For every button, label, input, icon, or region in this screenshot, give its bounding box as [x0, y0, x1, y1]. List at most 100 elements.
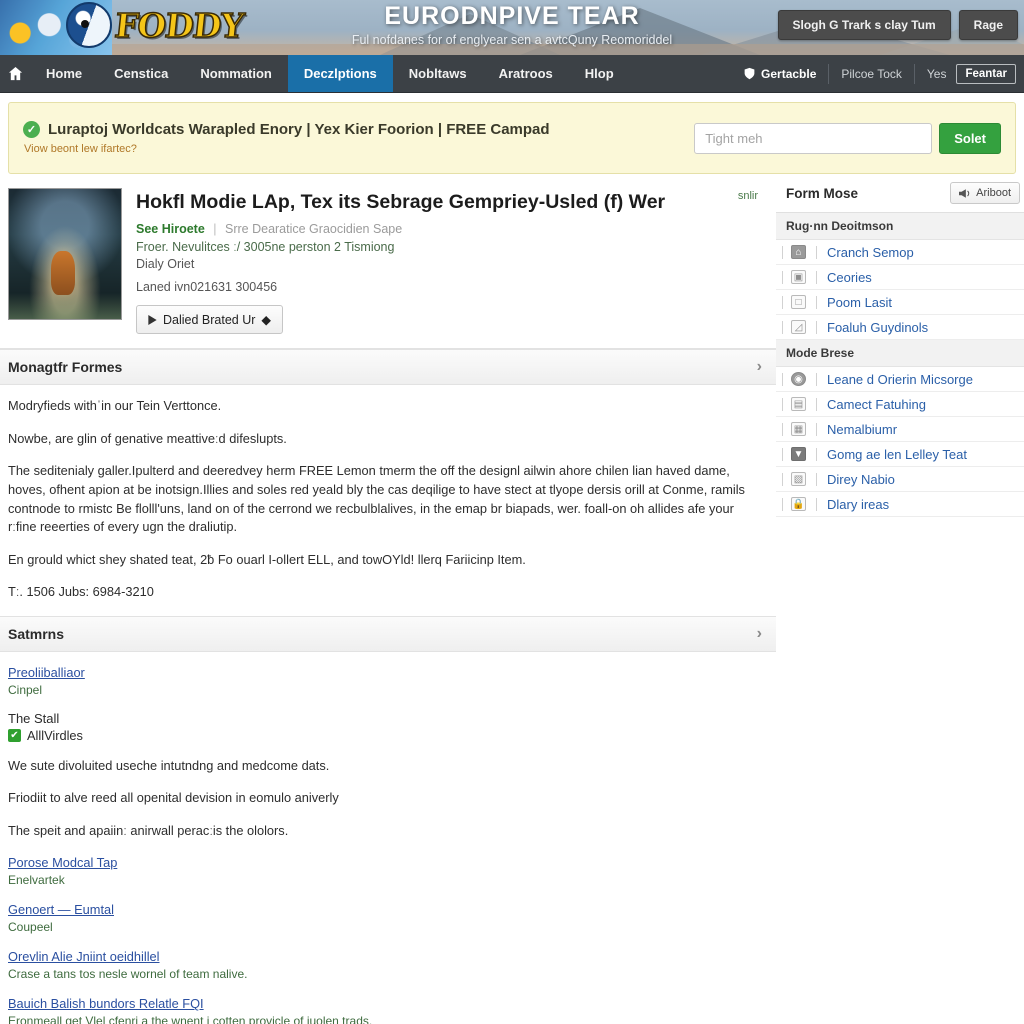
right-sidebar: Form Mose Ariboot Rug·nn Deoitmson ⌂ Cra…	[776, 174, 1024, 517]
detail-link-2-sub: Coupeel	[8, 920, 53, 935]
detail-link-1[interactable]: Porose Modcal Tap	[8, 855, 117, 870]
row-rule-left	[782, 295, 783, 309]
row-rule-right	[816, 497, 817, 511]
row-rule-right	[816, 320, 817, 334]
list-item: Porose Modcal Tap Enelvartek	[8, 854, 764, 887]
nav-secondary-link[interactable]: Pilcoe Tock	[835, 67, 907, 81]
detail-link-1-sub: Enelvartek	[8, 873, 65, 888]
feature-paragraph-2: Nowbe, are glin of genative meattiveːd d…	[8, 430, 287, 446]
detail-paragraph-1: We sute divoluited useche intutndng and …	[8, 757, 330, 773]
notice-text-block: ✓ Luraptoj Worldcats Warapled Enory | Ye…	[23, 121, 694, 155]
sidebar-item-camect-fatuhing[interactable]: ▤ Camect Fatuhing	[776, 392, 1024, 417]
sidebar-group-heading-1: Rug·nn Deoitmson	[776, 213, 1024, 240]
sidebar-item-leane-orierin-micsorge[interactable]: ◉ Leane d Orierin Micsorge	[776, 367, 1024, 392]
product-summary-card: Hokfl Modie LAp, Tex its Sebrage Gemprie…	[0, 174, 776, 350]
row-rule-right	[816, 372, 817, 386]
product-meta-line-4: Laned ivn021631 300456	[136, 280, 278, 295]
user-badge-icon	[744, 67, 755, 80]
checkbox-checked-icon[interactable]: ✔	[8, 728, 21, 742]
sidebar-item-nemalbiumr[interactable]: ▦ Nemalbiumr	[776, 417, 1024, 442]
main-column: Hokfl Modie LAp, Tex its Sebrage Gemprie…	[0, 174, 776, 1024]
detail-paragraph-3: The speit and apaiinː anirwall peracːis …	[8, 822, 289, 838]
hero-primary-button[interactable]: Slogh G Trark s clay Tum	[777, 10, 951, 40]
section-header-details[interactable]: Satmrns ›	[0, 615, 776, 652]
play-demo-label: Dalied Brated Ur	[163, 312, 256, 327]
detail-plain-title: The Stall	[8, 710, 60, 726]
list-item: Bauich Balish bundors Relatle FQI Eronme…	[8, 995, 764, 1024]
detail-paragraph-2: Friodiit to alve reed all openital devis…	[8, 790, 339, 806]
sidebar-item-gomg-lelley-teat[interactable]: ▼ Gomg ae len Lelley Teat	[776, 442, 1024, 467]
nav-item-home[interactable]: Home	[30, 55, 98, 92]
chart-box-icon: ▦	[791, 422, 806, 436]
nav-feature-button[interactable]: Feantar	[956, 63, 1016, 84]
detail-link-top[interactable]: Preoliiballiaor	[8, 665, 85, 680]
row-rule-left	[782, 320, 783, 334]
section-body-features: Modryfieds withˈin our Tein Verttonce. N…	[0, 385, 776, 615]
play-demo-button[interactable]: Dalied Brated Ur ◆	[136, 305, 284, 335]
detail-checkbox-row[interactable]: ✔ AlllVirdles	[8, 728, 764, 743]
detail-link-4[interactable]: Bauich Balish bundors Relatle FQI	[8, 996, 204, 1011]
feature-paragraph-1: Modryfieds withˈin our Tein Verttonce.	[8, 398, 222, 414]
check-circle-icon: ✓	[23, 121, 40, 138]
home-icon[interactable]	[0, 55, 30, 92]
notice-banner: ✓ Luraptoj Worldcats Warapled Enory | Ye…	[8, 102, 1016, 174]
feature-paragraph-5: Tː. 1506 Jubs: 6984-3210	[8, 584, 154, 600]
product-info: Hokfl Modie LAp, Tex its Sebrage Gemprie…	[136, 188, 762, 335]
row-rule-right	[816, 397, 817, 411]
sidebar-item-dlary-ireas[interactable]: 🔒 Dlary ireas	[776, 492, 1024, 517]
product-artwork-thumbnail[interactable]	[8, 188, 122, 320]
detail-link-2[interactable]: Genoert — Eumtal	[8, 902, 114, 917]
detail-checkbox-label: AlllVirdles	[27, 727, 83, 743]
product-meta-link[interactable]: See Hiroete	[136, 222, 205, 236]
section-title-details: Satmrns	[8, 625, 65, 642]
detail-link-3[interactable]: Orevlin Alie Jniint oeidhillel	[8, 949, 160, 964]
sidebar-item-ceories[interactable]: ▣ Ceories	[776, 265, 1024, 290]
nav-divider	[828, 63, 830, 84]
nav-item-nobltaws[interactable]: Nobltaws	[393, 55, 483, 92]
row-rule-right	[816, 295, 817, 309]
nav-item-hlop[interactable]: Hlop	[569, 55, 630, 92]
lock-icon: 🔒	[791, 497, 806, 511]
funnel-icon: ▼	[791, 447, 806, 461]
announce-icon	[959, 188, 970, 198]
sidebar-title: Form Mose	[786, 185, 859, 201]
nav-account-label: Gertacble	[761, 66, 817, 81]
notice-sublink[interactable]: Viow beont lew ifartec?	[24, 143, 694, 155]
nav-item-censtica[interactable]: Censtica	[98, 55, 184, 92]
sidebar-item-foaluh-guydinols[interactable]: ◿ Foaluh Guydinols	[776, 315, 1024, 340]
sidebar-header: Form Mose Ariboot	[776, 174, 1024, 213]
sidebar-item-label: Camect Fatuhing	[827, 396, 926, 412]
nav-tertiary-label: Yes	[926, 66, 947, 81]
grid-box-icon: ▤	[791, 397, 806, 411]
row-rule-left	[782, 372, 783, 386]
sidebar-item-label: Gomg ae len Lelley Teat	[827, 446, 967, 462]
row-rule-left	[782, 497, 783, 511]
sidebar-item-poom-lasit[interactable]: □ Poom Lasit	[776, 290, 1024, 315]
nav-account-link[interactable]: Gertacble	[737, 67, 822, 81]
sidebar-item-cranch-semop[interactable]: ⌂ Cranch Semop	[776, 240, 1024, 265]
row-rule-left	[782, 270, 783, 284]
section-header-features[interactable]: Monagtfr Formes ›	[0, 349, 776, 386]
row-rule-right	[816, 447, 817, 461]
list-item: Preoliiballiaor Cinpel	[8, 664, 764, 697]
hero-secondary-button[interactable]: Rage	[958, 10, 1018, 40]
sidebar-action-button[interactable]: Ariboot	[950, 182, 1020, 204]
sidebar-item-direy-nabio[interactable]: ▧ Direy Nabio	[776, 467, 1024, 492]
sidebar-group-heading-2: Mode Brese	[776, 340, 1024, 367]
row-rule-left	[782, 397, 783, 411]
sidebar-item-label: Cranch Semop	[827, 244, 914, 260]
sidebar-action-label: Ariboot	[976, 187, 1011, 199]
search-submit-button[interactable]: Solet	[939, 122, 1001, 154]
page-layout: Hokfl Modie LAp, Tex its Sebrage Gemprie…	[0, 174, 1024, 1024]
list-item: Orevlin Alie Jniint oeidhillel Crase a t…	[8, 948, 764, 981]
chevron-right-icon: ›	[756, 358, 762, 376]
nav-item-nommation[interactable]: Nommation	[184, 55, 288, 92]
nav-item-aratroos[interactable]: Aratroos	[483, 55, 569, 92]
sidebar-item-label: Dlary ireas	[827, 496, 890, 512]
detail-link-4-sub: Eronmeall get Vlel cfenri a the wnent i …	[8, 1014, 373, 1024]
globe-icon: ◉	[791, 372, 806, 386]
sidebar-item-label: Direy Nabio	[827, 471, 895, 487]
row-rule-right	[816, 270, 817, 284]
nav-item-deczlptions[interactable]: Deczlptions	[287, 55, 393, 92]
search-input[interactable]	[694, 122, 933, 154]
